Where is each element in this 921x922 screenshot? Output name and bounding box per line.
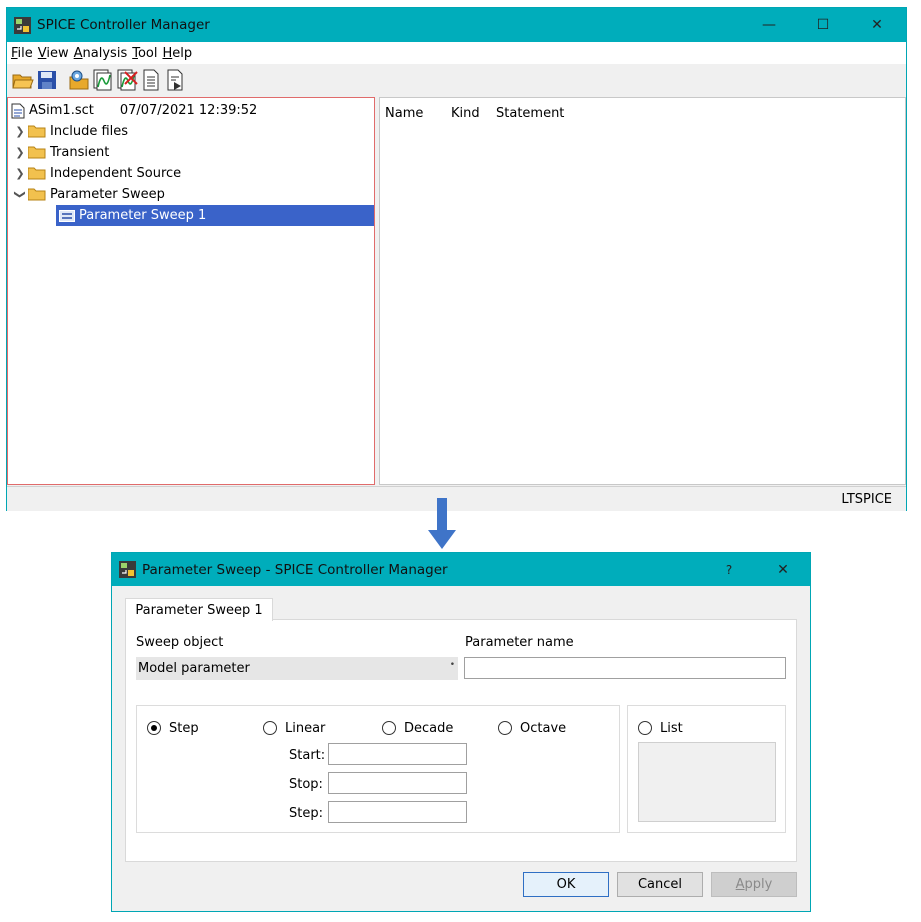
step-label: Step: — [289, 806, 323, 821]
main-window: SPICE Controller Manager — ☐ ✕ File View… — [6, 7, 907, 511]
folder-icon — [28, 146, 46, 159]
radio-octave[interactable]: Octave — [498, 719, 566, 737]
folder-icon — [28, 188, 46, 201]
minimize-button[interactable]: — — [746, 8, 792, 42]
chevron-right-icon[interactable]: ❯ — [12, 167, 28, 180]
down-arrow-icon — [428, 498, 456, 549]
waveform-delete-icon — [117, 69, 138, 91]
start-label: Start: — [289, 748, 326, 763]
cancel-button[interactable]: Cancel — [617, 872, 703, 897]
tree-item-independent-source[interactable]: ❯ Independent Source — [12, 163, 181, 184]
radio-unchecked-icon — [263, 721, 277, 735]
minimize-icon: — — [762, 17, 776, 33]
folder-gear-icon — [69, 70, 89, 90]
root-timestamp: 07/07/2021 12:39:52 — [119, 103, 258, 118]
dialog-close-button[interactable]: ✕ — [760, 553, 806, 587]
start-input[interactable] — [328, 743, 467, 765]
radio-checked-icon — [147, 721, 161, 735]
root-filename: ASim1.sct — [29, 103, 94, 118]
document-icon — [143, 69, 159, 91]
run-document-button[interactable] — [164, 68, 186, 92]
dropdown-arrow-icon: • — [449, 660, 455, 670]
tree-item-parameter-sweep-1[interactable]: Parameter Sweep 1 — [56, 205, 374, 226]
settings-button[interactable] — [68, 68, 90, 92]
column-header-statement[interactable]: Statement — [496, 106, 564, 121]
close-icon: ✕ — [777, 562, 789, 578]
column-header-kind[interactable]: Kind — [451, 106, 480, 121]
radio-decade[interactable]: Decade — [382, 719, 453, 737]
menu-tool[interactable]: Tool — [132, 46, 157, 61]
menu-view[interactable]: View — [38, 46, 69, 61]
stop-input[interactable] — [328, 772, 467, 794]
ok-button[interactable]: OK — [523, 872, 609, 897]
radio-list[interactable]: List — [638, 719, 683, 737]
chevron-down-icon[interactable]: ❯ — [14, 187, 27, 203]
dialog-title: Parameter Sweep - SPICE Controller Manag… — [142, 561, 448, 578]
tree-item-parameter-sweep[interactable]: ❯ Parameter Sweep — [12, 184, 165, 205]
maximize-button[interactable]: ☐ — [800, 8, 846, 42]
list-values-box[interactable] — [638, 742, 776, 822]
column-header-name[interactable]: Name — [385, 106, 423, 121]
help-icon: ? — [725, 563, 733, 577]
save-icon — [38, 71, 56, 89]
radio-linear[interactable]: Linear — [263, 719, 325, 737]
app-icon — [119, 561, 136, 578]
step-input[interactable] — [328, 801, 467, 823]
radio-unchecked-icon — [638, 721, 652, 735]
save-button[interactable] — [36, 68, 58, 92]
app-icon — [14, 16, 31, 34]
tree-item-include-files[interactable]: ❯ Include files — [12, 121, 128, 142]
menu-analysis[interactable]: Analysis — [74, 46, 128, 61]
tree-item-transient[interactable]: ❯ Transient — [12, 142, 109, 163]
menu-file[interactable]: File — [11, 46, 33, 61]
radio-unchecked-icon — [382, 721, 396, 735]
close-button[interactable]: ✕ — [854, 8, 900, 42]
tab-parameter-sweep-1[interactable]: Parameter Sweep 1 — [125, 598, 273, 621]
apply-button[interactable]: Apply — [711, 872, 797, 897]
close-icon: ✕ — [871, 17, 883, 33]
parameter-sweep-dialog: Parameter Sweep - SPICE Controller Manag… — [111, 552, 811, 912]
document-run-icon — [167, 69, 183, 91]
tree-root[interactable]: ASim1.sct 07/07/2021 12:39:52 — [10, 100, 257, 121]
project-tree[interactable]: ASim1.sct 07/07/2021 12:39:52 ❯ Include … — [7, 97, 375, 485]
menu-help[interactable]: Help — [162, 46, 192, 61]
project-file-icon — [11, 103, 25, 118]
document-button[interactable] — [140, 68, 162, 92]
parameter-name-label: Parameter name — [465, 635, 574, 650]
open-folder-icon — [12, 74, 34, 89]
chevron-right-icon[interactable]: ❯ — [12, 125, 28, 138]
window-title: SPICE Controller Manager — [37, 17, 210, 33]
maximize-icon: ☐ — [816, 17, 830, 33]
toolbar — [7, 64, 906, 96]
main-titlebar[interactable]: SPICE Controller Manager — ☐ ✕ — [7, 8, 906, 42]
folder-icon — [28, 125, 46, 138]
sweep-object-select[interactable]: Model parameter • — [136, 657, 458, 680]
help-button[interactable]: ? — [706, 553, 752, 587]
menubar: File View Analysis Tool Help — [7, 42, 906, 64]
radio-step[interactable]: Step — [147, 719, 199, 737]
status-text: LTSPICE — [841, 492, 892, 507]
stop-label: Stop: — [289, 777, 323, 792]
parameter-name-input[interactable] — [464, 657, 786, 679]
run-simulation-button[interactable] — [92, 68, 114, 92]
open-button[interactable] — [12, 68, 34, 92]
radio-unchecked-icon — [498, 721, 512, 735]
sweep-item-icon — [59, 209, 75, 222]
statement-list[interactable]: Name Kind Statement — [379, 97, 906, 485]
chevron-right-icon[interactable]: ❯ — [12, 146, 28, 159]
delete-waveform-button[interactable] — [116, 68, 138, 92]
folder-icon — [28, 167, 46, 180]
sweep-object-label: Sweep object — [136, 635, 224, 650]
waveform-icon — [93, 69, 112, 91]
dialog-titlebar[interactable]: Parameter Sweep - SPICE Controller Manag… — [112, 553, 810, 586]
